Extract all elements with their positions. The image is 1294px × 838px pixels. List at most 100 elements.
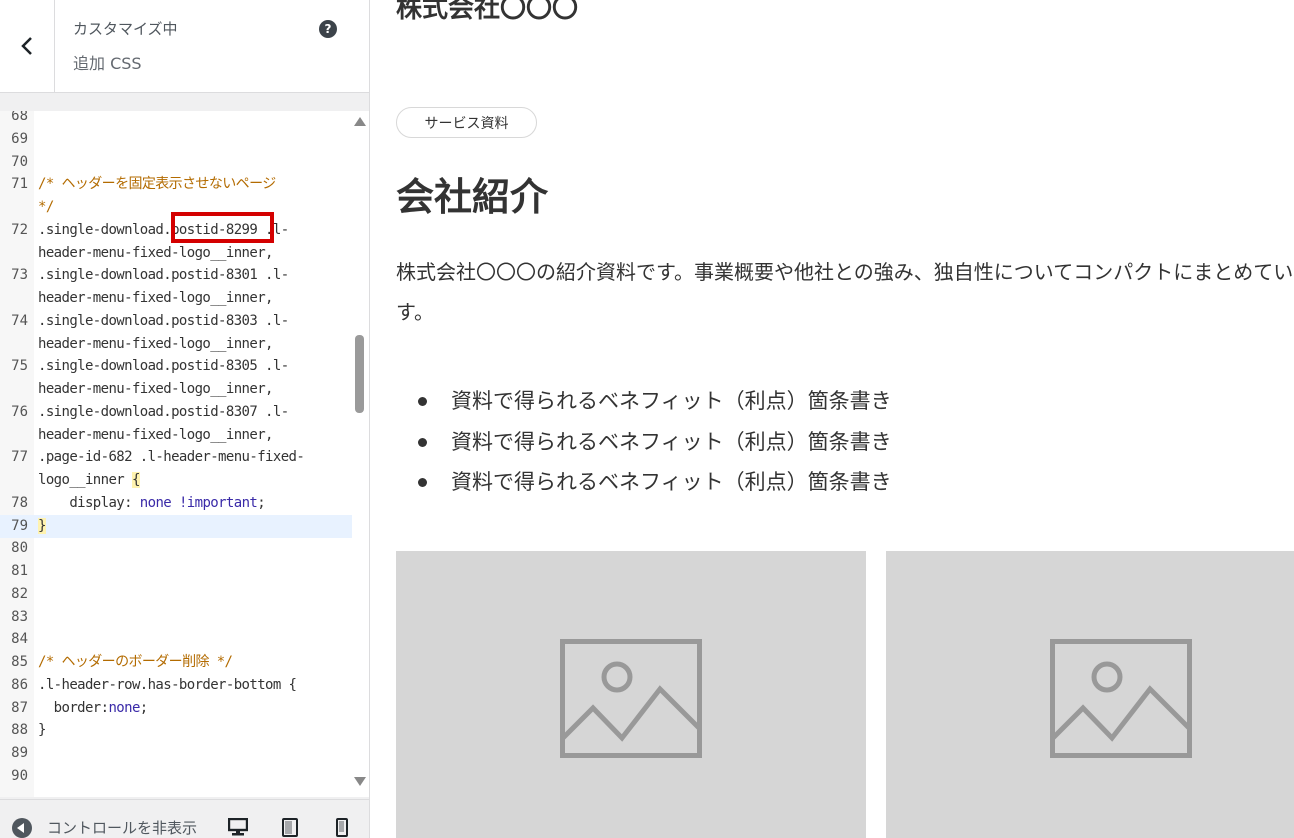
code-line[interactable]: 90 [0,765,352,788]
line-number: 85 [11,654,28,670]
code-token: !important [178,494,258,511]
code-token: header-menu-fixed-logo__inner, [38,244,273,261]
code-line[interactable]: 88} [0,719,352,742]
line-number: 82 [11,585,28,602]
code-token: .page-id-682 .l-header-menu-fixed- [38,449,305,466]
code-token: } [38,517,46,534]
code-text: border:none; [38,697,149,720]
category-tag[interactable]: サービス資料 [396,107,537,138]
desktop-icon[interactable] [228,818,248,836]
line-number: 68 [11,111,28,124]
code-text: /* ヘッダーを固定表示させないページ [38,173,276,196]
code-token: ; [257,494,266,511]
code-text: .single-download.postid-8303 .l- [38,310,289,333]
code-token: none [139,494,172,511]
list-item: 資料で得られるベネフィット（利点）箇条書き [396,422,892,463]
code-text: .page-id-682 .l-header-menu-fixed- [38,446,305,469]
document-thumbnail[interactable] [886,551,1294,838]
mobile-icon[interactable] [336,818,348,837]
customizing-label: カスタマイズ中 [73,20,178,38]
code-text: header-menu-fixed-logo__inner, [38,378,273,401]
code-line[interactable]: 89 [0,742,352,765]
help-icon[interactable]: ? [319,20,337,38]
line-number: 78 [11,494,28,511]
code-token: logo__inner [38,472,132,488]
line-number: 79 [11,517,28,534]
line-number: 87 [11,699,28,716]
line-number: 76 [11,403,28,420]
code-line[interactable]: 84 [0,628,352,651]
customizer-header: カスタマイズ中 追加 CSS ? [0,0,369,93]
hide-controls-label: コントロールを非表示 [47,819,198,837]
code-text: .l-header-row.has-border-bottom { [38,674,297,697]
code-line[interactable]: 80 [0,537,352,560]
code-token: display: [38,494,140,511]
document-thumbnail[interactable] [396,551,866,838]
code-line[interactable]: 86 .l-header-row.has-border-bottom { [0,674,352,697]
code-token: /* ヘッダーのボーダー削除 */ [38,654,233,670]
code-line[interactable]: 83 [0,606,352,629]
code-line[interactable]: 78 display: none !important; [0,492,352,515]
code-line[interactable]: 69 [0,128,352,151]
code-text: header-menu-fixed-logo__inner, [38,287,273,310]
code-line[interactable]: header-menu-fixed-logo__inner, [0,424,352,447]
code-token: .single-download.postid-8307 .l- [38,403,289,420]
code-text: } [38,719,46,742]
site-title[interactable]: 株式会社〇〇〇 [396,0,578,25]
editor-scrollbar[interactable] [352,111,369,797]
code-token: ; [139,699,148,716]
customizer-sidebar: カスタマイズ中 追加 CSS ? 68 69 70 71 /* ヘッダーを固定表示させな… [0,0,370,838]
image-placeholder-icon [1050,639,1192,758]
chevron-left-icon [21,37,32,55]
code-token: header-menu-fixed-logo__inner, [38,290,273,306]
code-line[interactable]: header-menu-fixed-logo__inner, [0,333,352,356]
code-line[interactable]: header-menu-fixed-logo__inner, [0,378,352,401]
code-line[interactable]: 81 [0,560,352,583]
code-text: /* ヘッダーのボーダー削除 */ [38,651,233,674]
code-line[interactable]: 68 [0,111,352,128]
code-line[interactable]: 79} [0,514,352,538]
scrollbar-thumb[interactable] [355,335,364,413]
code-token: { [131,472,140,488]
code-line[interactable]: logo__inner { [0,469,352,492]
site-preview: 株式会社〇〇〇 サービス資料 会社紹介 株式会社〇〇〇の紹介資料です。事業概要や… [370,0,1294,838]
code-text: header-menu-fixed-logo__inner, [38,424,273,447]
code-line[interactable]: 85 /* ヘッダーのボーダー削除 */ [0,651,352,674]
scroll-up-arrow-icon[interactable] [354,117,366,126]
line-number: 83 [11,608,28,625]
code-text: .single-download.postid-8301 .l- [38,264,289,287]
hide-controls-button[interactable]: コントロールを非表示 [12,817,207,838]
back-button[interactable] [0,0,55,92]
css-code-editor[interactable]: 68 69 70 71 /* ヘッダーを固定表示させないページ */ 72 .single-d… [0,111,369,797]
code-token: header-menu-fixed-logo__inner, [38,381,273,397]
code-text: display: none !important; [38,492,265,515]
tablet-icon[interactable] [282,818,298,837]
line-number: 72 [11,221,28,238]
code-line[interactable]: 76 .single-download.postid-8307 .l- [0,401,352,424]
code-token: .single-download.postid-8301 .l- [38,267,289,284]
code-token: .l-header-row.has-border-bottom { [38,676,297,693]
code-line[interactable]: 75 .single-download.postid-8305 .l- [0,355,352,378]
line-number: 84 [11,631,28,648]
code-line[interactable]: 87 border:none; [0,697,352,720]
line-number: 81 [11,563,28,579]
code-token: none [108,699,140,716]
code-line[interactable]: header-menu-fixed-logo__inner, [0,242,352,265]
line-number: 88 [11,722,28,739]
code-line[interactable]: 82 [0,583,352,606]
line-number: 70 [11,153,28,170]
code-line[interactable]: 77 .page-id-682 .l-header-menu-fixed- [0,446,352,469]
code-token: border: [38,699,109,716]
code-token: /* ヘッダーを固定表示させないページ [38,176,276,193]
code-line[interactable]: header-menu-fixed-logo__inner, [0,287,352,310]
scroll-down-arrow-icon[interactable] [354,777,366,786]
code-line[interactable]: 71 /* ヘッダーを固定表示させないページ [0,173,352,196]
section-title: 追加 CSS [73,54,142,73]
code-line[interactable]: 74 .single-download.postid-8303 .l- [0,310,352,333]
code-text: } [38,515,46,538]
code-text: .single-download.postid-8305 .l- [38,355,289,378]
line-number: 77 [11,449,28,466]
arrow-left-circle-icon [12,817,32,838]
code-line[interactable]: 70 [0,151,352,174]
code-line[interactable]: 73 .single-download.postid-8301 .l- [0,264,352,287]
